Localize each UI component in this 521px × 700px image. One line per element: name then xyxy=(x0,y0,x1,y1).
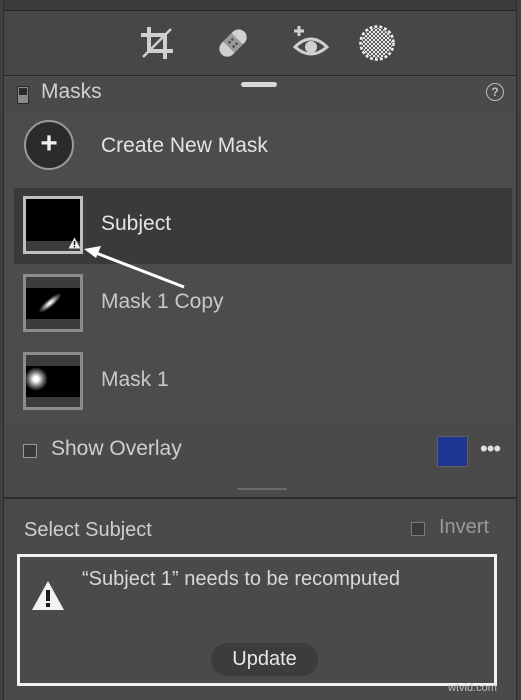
invert-label: Invert xyxy=(439,516,490,538)
show-overlay-row: Show Overlay ••• xyxy=(4,424,516,480)
create-new-mask-label: Create New Mask xyxy=(101,134,268,157)
masks-title: Masks xyxy=(41,80,102,103)
recompute-warning-text: “Subject 1” needs to be recomputed xyxy=(82,568,400,590)
recompute-warning-box: “Subject 1” needs to be recomputed Updat… xyxy=(17,554,497,686)
mask-item-subject[interactable]: Subject xyxy=(14,188,512,264)
warning-icon xyxy=(32,581,64,610)
more-options-icon[interactable]: ••• xyxy=(480,436,501,462)
help-icon[interactable]: ? xyxy=(486,83,504,101)
create-mask-plus-button[interactable]: + xyxy=(24,120,74,170)
panel-top-strip xyxy=(4,0,516,11)
warning-icon xyxy=(68,237,80,249)
red-eye-icon[interactable] xyxy=(291,23,331,63)
create-new-mask-row[interactable]: + Create New Mask xyxy=(14,110,512,186)
mask-thumbnail xyxy=(23,352,83,410)
masks-header: Masks ? xyxy=(4,76,516,110)
mask-list: + Create New Mask Subject Mask 1 Copy Ma… xyxy=(4,110,516,424)
overlay-color-swatch[interactable] xyxy=(437,436,468,467)
tool-strip xyxy=(4,11,516,76)
crop-icon[interactable] xyxy=(137,23,177,63)
panel-drag-handle[interactable] xyxy=(241,82,277,87)
mask-name: Mask 1 xyxy=(101,368,169,391)
watermark-text: wtvid.com xyxy=(448,682,497,694)
mask-item-mask-1-copy[interactable]: Mask 1 Copy xyxy=(14,266,512,342)
masking-panel: Masks ? + Create New Mask Subject Mask 1… xyxy=(3,0,517,700)
section-resize-handle[interactable] xyxy=(237,488,287,490)
section-divider xyxy=(4,497,516,499)
invert-checkbox[interactable] xyxy=(411,522,425,536)
show-overlay-label: Show Overlay xyxy=(51,437,182,460)
mask-item-mask-1[interactable]: Mask 1 xyxy=(14,344,512,420)
healing-icon[interactable] xyxy=(213,23,253,63)
show-overlay-checkbox[interactable] xyxy=(23,444,37,458)
mask-thumbnail xyxy=(23,196,83,254)
mask-name: Subject xyxy=(101,212,172,235)
mask-thumbnail xyxy=(23,274,83,332)
masks-panel-toggle-icon[interactable] xyxy=(17,86,29,104)
masking-icon[interactable] xyxy=(357,23,397,63)
update-button[interactable]: Update xyxy=(211,643,318,676)
select-subject-title: Select Subject xyxy=(24,519,152,541)
mask-name: Mask 1 Copy xyxy=(101,290,224,313)
